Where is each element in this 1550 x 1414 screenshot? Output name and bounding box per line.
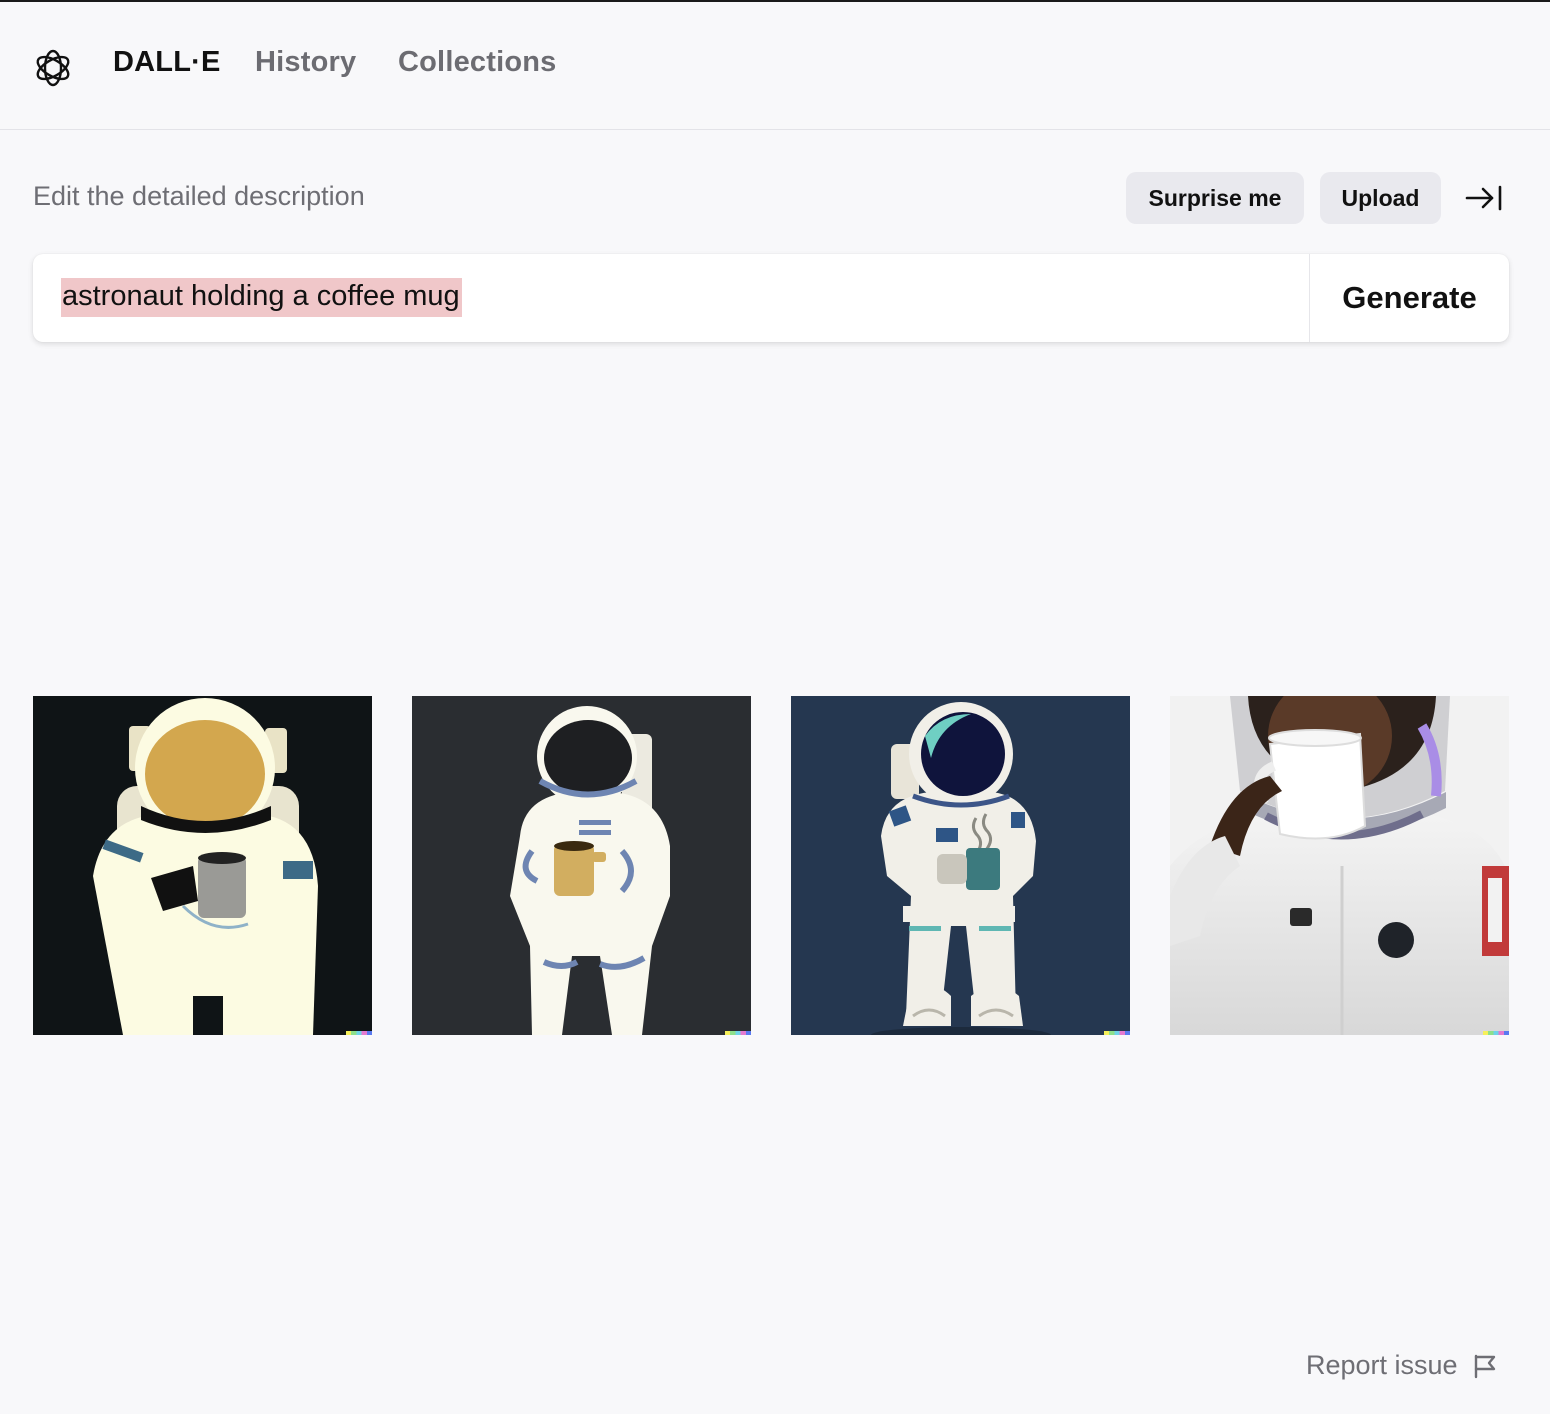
nav-history-link[interactable]: History: [255, 46, 356, 79]
flag-icon: [1474, 1354, 1495, 1378]
surprise-me-button[interactable]: Surprise me: [1126, 172, 1304, 224]
brand-title[interactable]: DALL·E: [113, 46, 221, 79]
image-signature-strip: [725, 1031, 751, 1035]
nav-collections-link[interactable]: Collections: [398, 46, 557, 79]
result-image-2[interactable]: [412, 696, 751, 1035]
image-signature-strip: [1104, 1031, 1130, 1035]
report-issue-link[interactable]: Report issue: [1306, 1350, 1498, 1381]
prompt-input[interactable]: astronaut holding a coffee mug: [61, 278, 462, 317]
astronaut-photo-drinking-image: [1170, 696, 1509, 1035]
image-signature-strip: [346, 1031, 372, 1035]
prompt-input-container: astronaut holding a coffee mug Generate: [33, 254, 1509, 342]
report-issue-label: Report issue: [1306, 1350, 1458, 1380]
result-image-4[interactable]: [1170, 696, 1509, 1035]
astronaut-black-visor-image: [412, 696, 751, 1035]
generate-button[interactable]: Generate: [1310, 254, 1509, 342]
result-image-3[interactable]: [791, 696, 1130, 1035]
openai-logo-icon[interactable]: [32, 47, 74, 89]
description-label: Edit the detailed description: [33, 181, 365, 211]
upload-button[interactable]: Upload: [1320, 172, 1441, 224]
image-signature-strip: [1483, 1031, 1509, 1035]
astronaut-steaming-mug-image: [791, 696, 1130, 1035]
result-image-1[interactable]: [33, 696, 372, 1035]
top-nav-bar: DALL·E History Collections: [0, 2, 1550, 130]
collapse-panel-icon[interactable]: [1464, 182, 1504, 214]
astronaut-gold-visor-image: [33, 696, 372, 1035]
